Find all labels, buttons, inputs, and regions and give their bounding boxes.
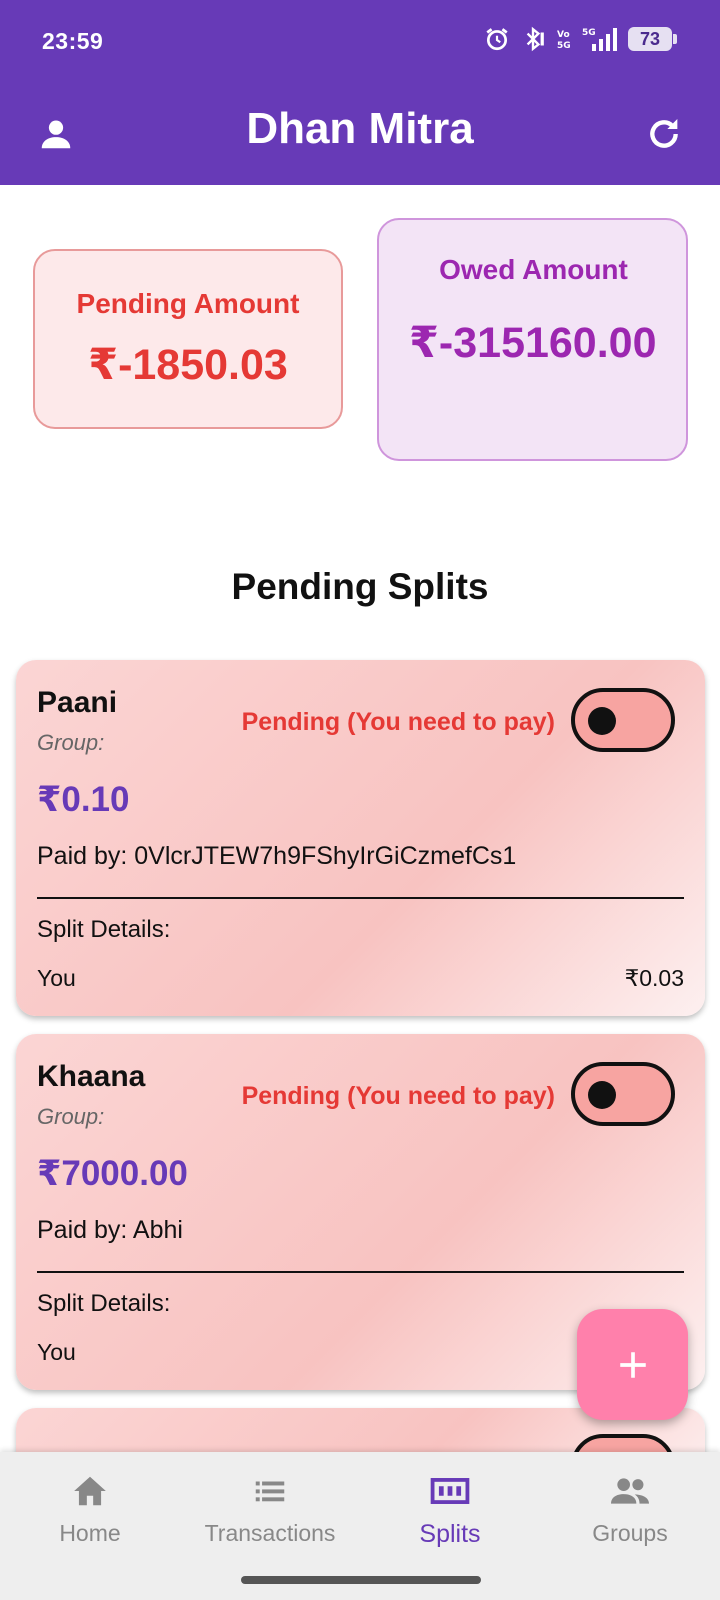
split-group: Group: [37, 730, 105, 755]
pending-amount-value: ₹-1850.03 [88, 341, 288, 389]
plus-icon [619, 1351, 646, 1378]
split-detail-amount: ₹0.03 [624, 965, 684, 991]
pending-amount-card: Pending Amount ₹-1850.03 [33, 249, 343, 429]
split-group: Group: [37, 1104, 105, 1129]
toggle-knob [588, 1081, 616, 1109]
status-icons: Vo 5G 5G 73 [484, 26, 677, 52]
toggle-knob [588, 707, 616, 735]
splits-icon [430, 1478, 470, 1504]
app-bar: Dhan Mitra [0, 84, 720, 185]
svg-text:Vo: Vo [557, 30, 570, 40]
split-name: Khaana [37, 1060, 146, 1093]
add-split-button[interactable] [577, 1309, 688, 1420]
svg-text:5G: 5G [582, 28, 596, 38]
owed-amount-card: Owed Amount ₹-315160.00 [377, 218, 688, 461]
battery-indicator: 73 [628, 27, 677, 51]
svg-text:5G: 5G [557, 41, 571, 51]
split-detail-name: You [37, 965, 76, 991]
split-paid-by: Paid by: 0VlcrJTEW7h9FShyIrGiCzmefCs1 [37, 842, 517, 870]
refresh-icon [650, 119, 678, 148]
battery-level: 73 [639, 28, 661, 49]
split-divider [37, 1271, 684, 1273]
list-icon [255, 1481, 285, 1502]
split-detail-name: You [37, 1339, 76, 1365]
bluetooth-icon [526, 26, 544, 52]
signal-5g-icon: 5G [582, 28, 617, 51]
owed-amount-value: ₹-315160.00 [409, 319, 657, 367]
split-amount: ₹0.10 [37, 780, 130, 819]
section-title: Pending Splits [231, 566, 489, 607]
split-divider [37, 897, 684, 899]
alarm-icon [486, 28, 508, 51]
split-paid-toggle[interactable] [571, 1062, 675, 1126]
split-details-label: Split Details: [37, 1290, 171, 1317]
split-amount: ₹7000.00 [37, 1154, 188, 1193]
split-paid-toggle[interactable] [571, 688, 675, 752]
volte-icon: Vo5G [557, 30, 571, 51]
nav-item-home[interactable]: Home [0, 1452, 180, 1582]
nav-item-transactions[interactable]: Transactions [180, 1452, 360, 1582]
owed-amount-label: Owed Amount [439, 254, 628, 285]
nav-label-groups: Groups [592, 1520, 668, 1546]
app-title: Dhan Mitra [246, 104, 474, 153]
groups-icon [611, 1478, 649, 1504]
nav-label-splits: Splits [419, 1520, 481, 1548]
split-status: Pending (You need to pay) [241, 1082, 555, 1110]
nav-label-transactions: Transactions [204, 1520, 336, 1546]
nav-item-splits[interactable]: Splits [360, 1452, 540, 1582]
split-name: Paani [37, 686, 118, 719]
status-bar: 23:59 Vo 5G 5G 73 [0, 0, 720, 84]
split-details-label: Split Details: [37, 916, 171, 943]
split-status: Pending (You need to pay) [241, 708, 555, 736]
home-indicator[interactable] [241, 1576, 481, 1584]
home-icon [74, 1476, 106, 1506]
nav-item-groups[interactable]: Groups [540, 1452, 720, 1582]
split-paid-by: Paid by: Abhi [37, 1216, 183, 1244]
split-card[interactable]: Paani Group: Pending (You need to pay) ₹… [16, 660, 705, 1016]
nav-label-home: Home [59, 1520, 121, 1546]
status-time: 23:59 [42, 28, 104, 54]
refresh-button[interactable] [638, 108, 690, 160]
pending-amount-label: Pending Amount [76, 288, 300, 319]
